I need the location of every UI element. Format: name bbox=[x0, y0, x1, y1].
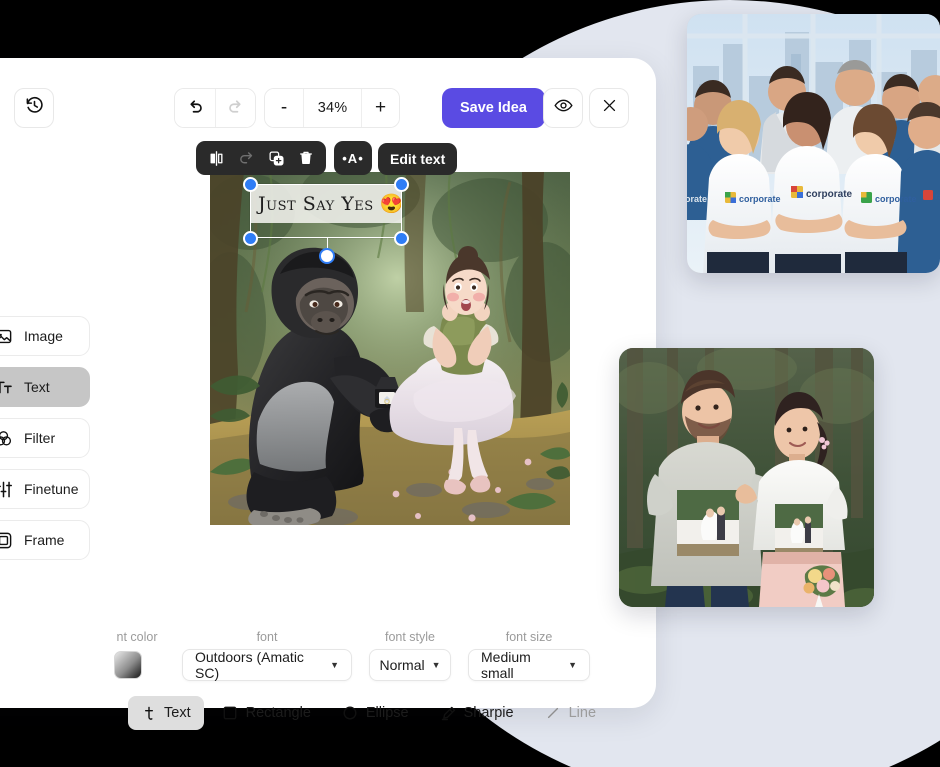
chevron-down-icon: ▼ bbox=[568, 660, 577, 670]
team-photo-illustration: corporate corporate corporate rate orate bbox=[687, 14, 940, 273]
svg-text:corporate: corporate bbox=[739, 194, 781, 204]
zoom-controls: - 34% + bbox=[264, 88, 400, 128]
line-icon bbox=[546, 706, 561, 721]
resize-handle-bottom-right[interactable] bbox=[394, 231, 409, 246]
font-color-label: nt color bbox=[116, 630, 158, 644]
text-properties-bar: nt color font font style font size Outdo… bbox=[0, 630, 590, 686]
tool-label: Ellipse bbox=[365, 705, 409, 721]
close-button[interactable] bbox=[589, 88, 629, 128]
font-style-label: font style bbox=[384, 630, 436, 644]
sidebar-item-label: Image bbox=[24, 328, 63, 344]
eye-icon bbox=[553, 96, 573, 120]
sidebar-item-finetune[interactable]: Finetune bbox=[0, 469, 90, 509]
undo-redo-group bbox=[174, 88, 256, 128]
screenshot-stage: - 34% + Save Idea Image Text Filter Fine… bbox=[0, 0, 940, 767]
tool-rail: Image Text Filter Finetune Frame bbox=[0, 316, 90, 571]
close-x-icon bbox=[601, 97, 618, 119]
tool-rectangle[interactable]: Rectangle bbox=[210, 696, 324, 730]
letter-spacing-button[interactable]: •A• bbox=[334, 141, 372, 175]
zoom-in-button[interactable]: + bbox=[361, 89, 399, 127]
font-size-label: font size bbox=[505, 630, 553, 644]
resize-handle-top-right[interactable] bbox=[394, 177, 409, 192]
svg-text:orate: orate bbox=[687, 194, 707, 204]
frame-icon bbox=[0, 530, 13, 550]
sidebar-item-label: Filter bbox=[24, 430, 56, 446]
svg-text:rate: rate bbox=[935, 192, 940, 201]
rotate-handle[interactable] bbox=[319, 248, 335, 264]
flip-horizontal-icon[interactable] bbox=[202, 144, 230, 172]
edit-text-button[interactable]: Edit text bbox=[378, 143, 458, 175]
resize-handle-bottom-left[interactable] bbox=[243, 231, 258, 246]
shape-tool-row: Text Rectangle Ellipse Sharpie Line bbox=[128, 696, 609, 730]
couple-photo[interactable] bbox=[619, 348, 874, 607]
chevron-down-icon: ▼ bbox=[431, 660, 441, 670]
history-button[interactable] bbox=[14, 88, 54, 128]
chevron-down-icon: ▼ bbox=[330, 660, 339, 670]
save-idea-button[interactable]: Save Idea bbox=[442, 88, 545, 128]
tool-text[interactable]: Text bbox=[128, 696, 204, 730]
history-clock-icon bbox=[25, 96, 44, 120]
tool-label: Line bbox=[568, 705, 597, 721]
rotate-icon[interactable] bbox=[232, 144, 260, 172]
zoom-level-display[interactable]: 34% bbox=[303, 89, 361, 127]
redo-button[interactable] bbox=[215, 89, 255, 127]
tool-ellipse[interactable]: Ellipse bbox=[330, 696, 422, 730]
font-style-select[interactable]: Normal ▼ bbox=[369, 649, 451, 681]
resize-handle-top-left[interactable] bbox=[243, 177, 258, 192]
delete-trash-icon[interactable] bbox=[292, 144, 320, 172]
duplicate-icon[interactable] bbox=[262, 144, 290, 172]
sidebar-item-text[interactable]: Text bbox=[0, 367, 90, 407]
sidebar-item-frame[interactable]: Frame bbox=[0, 520, 90, 560]
editor-toolbar: - 34% + Save Idea bbox=[0, 88, 629, 132]
square-icon bbox=[223, 706, 238, 721]
tool-label: Sharpie bbox=[463, 705, 514, 721]
font-color-swatch[interactable] bbox=[114, 651, 142, 679]
selection-bounding-box bbox=[250, 184, 402, 238]
svg-text:corporate: corporate bbox=[875, 194, 917, 204]
font-label: font bbox=[256, 630, 278, 644]
text-icon bbox=[0, 377, 13, 397]
tool-label: Rectangle bbox=[245, 705, 311, 721]
svg-text:corporate: corporate bbox=[806, 189, 853, 200]
filter-icon bbox=[0, 428, 13, 448]
marker-icon bbox=[441, 706, 456, 721]
sliders-icon bbox=[0, 479, 13, 499]
tool-line[interactable]: Line bbox=[533, 696, 609, 730]
tool-sharpie[interactable]: Sharpie bbox=[428, 696, 527, 730]
sidebar-item-label: Finetune bbox=[24, 481, 79, 497]
sidebar-item-label: Frame bbox=[24, 532, 65, 548]
sidebar-item-label: Text bbox=[24, 379, 50, 395]
font-family-value: Outdoors (Amatic SC) bbox=[195, 649, 304, 681]
couple-photo-illustration bbox=[619, 348, 874, 607]
zoom-out-button[interactable]: - bbox=[265, 89, 303, 127]
undo-button[interactable] bbox=[175, 89, 215, 127]
team-photo[interactable]: corporate corporate corporate rate orate bbox=[687, 14, 940, 273]
element-context-toolbar bbox=[196, 141, 326, 175]
tool-label: Text bbox=[164, 705, 191, 721]
preview-button[interactable] bbox=[543, 88, 583, 128]
font-size-value: Medium small bbox=[481, 649, 531, 681]
image-icon bbox=[0, 326, 13, 346]
sidebar-item-filter[interactable]: Filter bbox=[0, 418, 90, 458]
circle-icon bbox=[343, 706, 358, 721]
sidebar-item-image[interactable]: Image bbox=[0, 316, 90, 356]
font-size-select[interactable]: Medium small ▼ bbox=[468, 649, 590, 681]
font-family-select[interactable]: Outdoors (Amatic SC) ▼ bbox=[182, 649, 352, 681]
font-style-value: Normal bbox=[379, 657, 425, 673]
text-cursor-icon bbox=[141, 706, 156, 721]
